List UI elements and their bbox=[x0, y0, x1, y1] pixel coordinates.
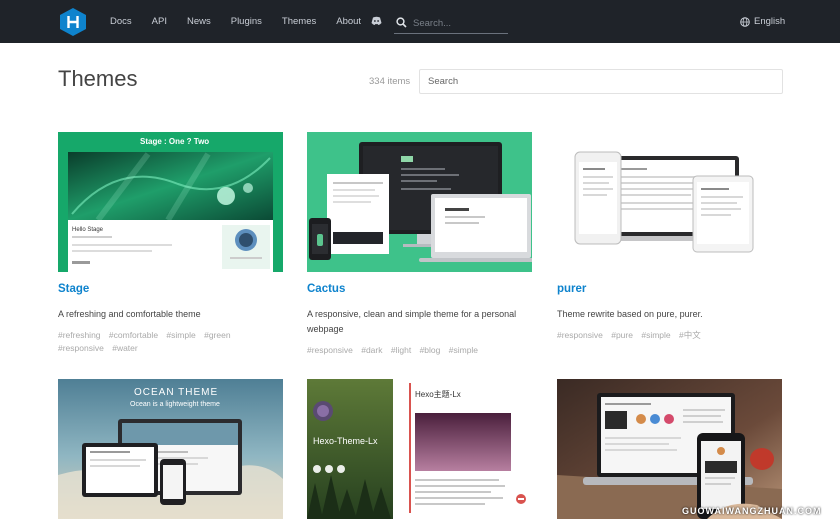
theme-card-photo bbox=[557, 379, 782, 525]
tag-simple[interactable]: #simple bbox=[449, 345, 478, 355]
tag-pure[interactable]: #pure bbox=[611, 330, 633, 340]
hexo-logo-icon[interactable] bbox=[60, 8, 86, 36]
theme-thumbnail-photo[interactable] bbox=[557, 379, 782, 519]
purer-preview-image bbox=[557, 132, 782, 272]
theme-card-cactus: Cactus A responsive, clean and simple th… bbox=[307, 132, 532, 357]
theme-thumbnail-purer[interactable] bbox=[557, 132, 782, 272]
nav-link-api[interactable]: API bbox=[152, 16, 167, 27]
tag-simple[interactable]: #simple bbox=[641, 330, 670, 340]
theme-name-stage[interactable]: Stage bbox=[58, 283, 89, 295]
tag-refreshing[interactable]: #refreshing bbox=[58, 330, 101, 340]
theme-card-stage: Stage : One ? Two Hello Stage Stage A re… bbox=[58, 132, 283, 355]
ocean-preview-image bbox=[58, 379, 283, 519]
tag-green[interactable]: #green bbox=[204, 330, 230, 340]
tag-comfortable[interactable]: #comfortable bbox=[109, 330, 158, 340]
page-title: Themes bbox=[58, 66, 138, 91]
theme-thumbnail-lx[interactable]: Hexo-Theme-Lx Hexo主题-Lx bbox=[307, 379, 532, 519]
theme-thumbnail-ocean[interactable]: OCEAN THEME Ocean is a lightweight theme bbox=[58, 379, 283, 519]
theme-thumbnail-stage[interactable]: Stage : One ? Two Hello Stage bbox=[58, 132, 283, 272]
lx-preview-title: Hexo-Theme-Lx bbox=[313, 436, 378, 446]
tag-water[interactable]: #water bbox=[112, 343, 138, 353]
lx-preview-post-title: Hexo主题-Lx bbox=[415, 390, 461, 399]
nav-link-plugins[interactable]: Plugins bbox=[231, 16, 262, 27]
discord-icon[interactable] bbox=[371, 16, 382, 26]
laptop-phone-preview-image bbox=[557, 379, 782, 519]
theme-tags-purer: #responsive #pure #simple #中文 bbox=[557, 329, 782, 342]
nav-link-about[interactable]: About bbox=[336, 16, 361, 27]
theme-description-stage: A refreshing and comfortable theme bbox=[58, 309, 201, 319]
nav-search bbox=[394, 13, 508, 34]
nav-links: Docs API News Plugins Themes About bbox=[110, 0, 381, 43]
tag-chinese[interactable]: #中文 bbox=[679, 330, 701, 340]
theme-description-cactus: A responsive, clean and simple theme for… bbox=[307, 309, 517, 334]
ocean-preview-title: OCEAN THEME bbox=[134, 387, 219, 398]
theme-card-purer: purer Theme rewrite based on pure, purer… bbox=[557, 132, 782, 347]
ocean-preview-subtitle: Ocean is a lightweight theme bbox=[130, 401, 220, 408]
tag-blog[interactable]: #blog bbox=[420, 345, 441, 355]
theme-name-purer[interactable]: purer bbox=[557, 283, 586, 295]
search-icon bbox=[396, 17, 407, 28]
top-navigation: Docs API News Plugins Themes About Engli… bbox=[0, 0, 840, 43]
tag-light[interactable]: #light bbox=[391, 345, 411, 355]
nav-link-docs[interactable]: Docs bbox=[110, 16, 132, 27]
theme-card-lx: Hexo-Theme-Lx Hexo主题-Lx bbox=[307, 379, 532, 525]
stage-preview-banner: Stage : One ? Two bbox=[140, 137, 210, 146]
items-count: 334 items bbox=[369, 76, 411, 87]
theme-tags-cactus: #responsive #dark #light #blog #simple bbox=[307, 344, 532, 357]
tag-dark[interactable]: #dark bbox=[361, 345, 382, 355]
theme-thumbnail-cactus[interactable] bbox=[307, 132, 532, 272]
tag-responsive[interactable]: #responsive bbox=[557, 330, 603, 340]
nav-search-input[interactable] bbox=[413, 16, 505, 31]
tag-responsive[interactable]: #responsive bbox=[307, 345, 353, 355]
watermark-text: GUOWAIWANGZHUAN.COM bbox=[682, 506, 822, 516]
theme-card-ocean: OCEAN THEME Ocean is a lightweight theme bbox=[58, 379, 283, 525]
theme-tags-stage: #refreshing #comfortable #simple #green … bbox=[58, 329, 283, 355]
nav-link-news[interactable]: News bbox=[187, 16, 211, 27]
theme-search-input[interactable] bbox=[419, 69, 783, 94]
tag-simple[interactable]: #simple bbox=[166, 330, 195, 340]
theme-description-purer: Theme rewrite based on pure, purer. bbox=[557, 309, 703, 319]
lx-preview-image bbox=[307, 379, 532, 519]
stage-preview-image bbox=[58, 132, 283, 272]
nav-link-themes[interactable]: Themes bbox=[282, 16, 316, 27]
theme-name-cactus[interactable]: Cactus bbox=[307, 283, 345, 295]
globe-icon bbox=[740, 16, 750, 27]
cactus-preview-image bbox=[307, 132, 532, 272]
tag-responsive[interactable]: #responsive bbox=[58, 343, 104, 353]
language-selector[interactable]: English bbox=[740, 0, 785, 43]
stage-preview-post-title: Hello Stage bbox=[72, 227, 104, 233]
language-label: English bbox=[754, 16, 786, 27]
